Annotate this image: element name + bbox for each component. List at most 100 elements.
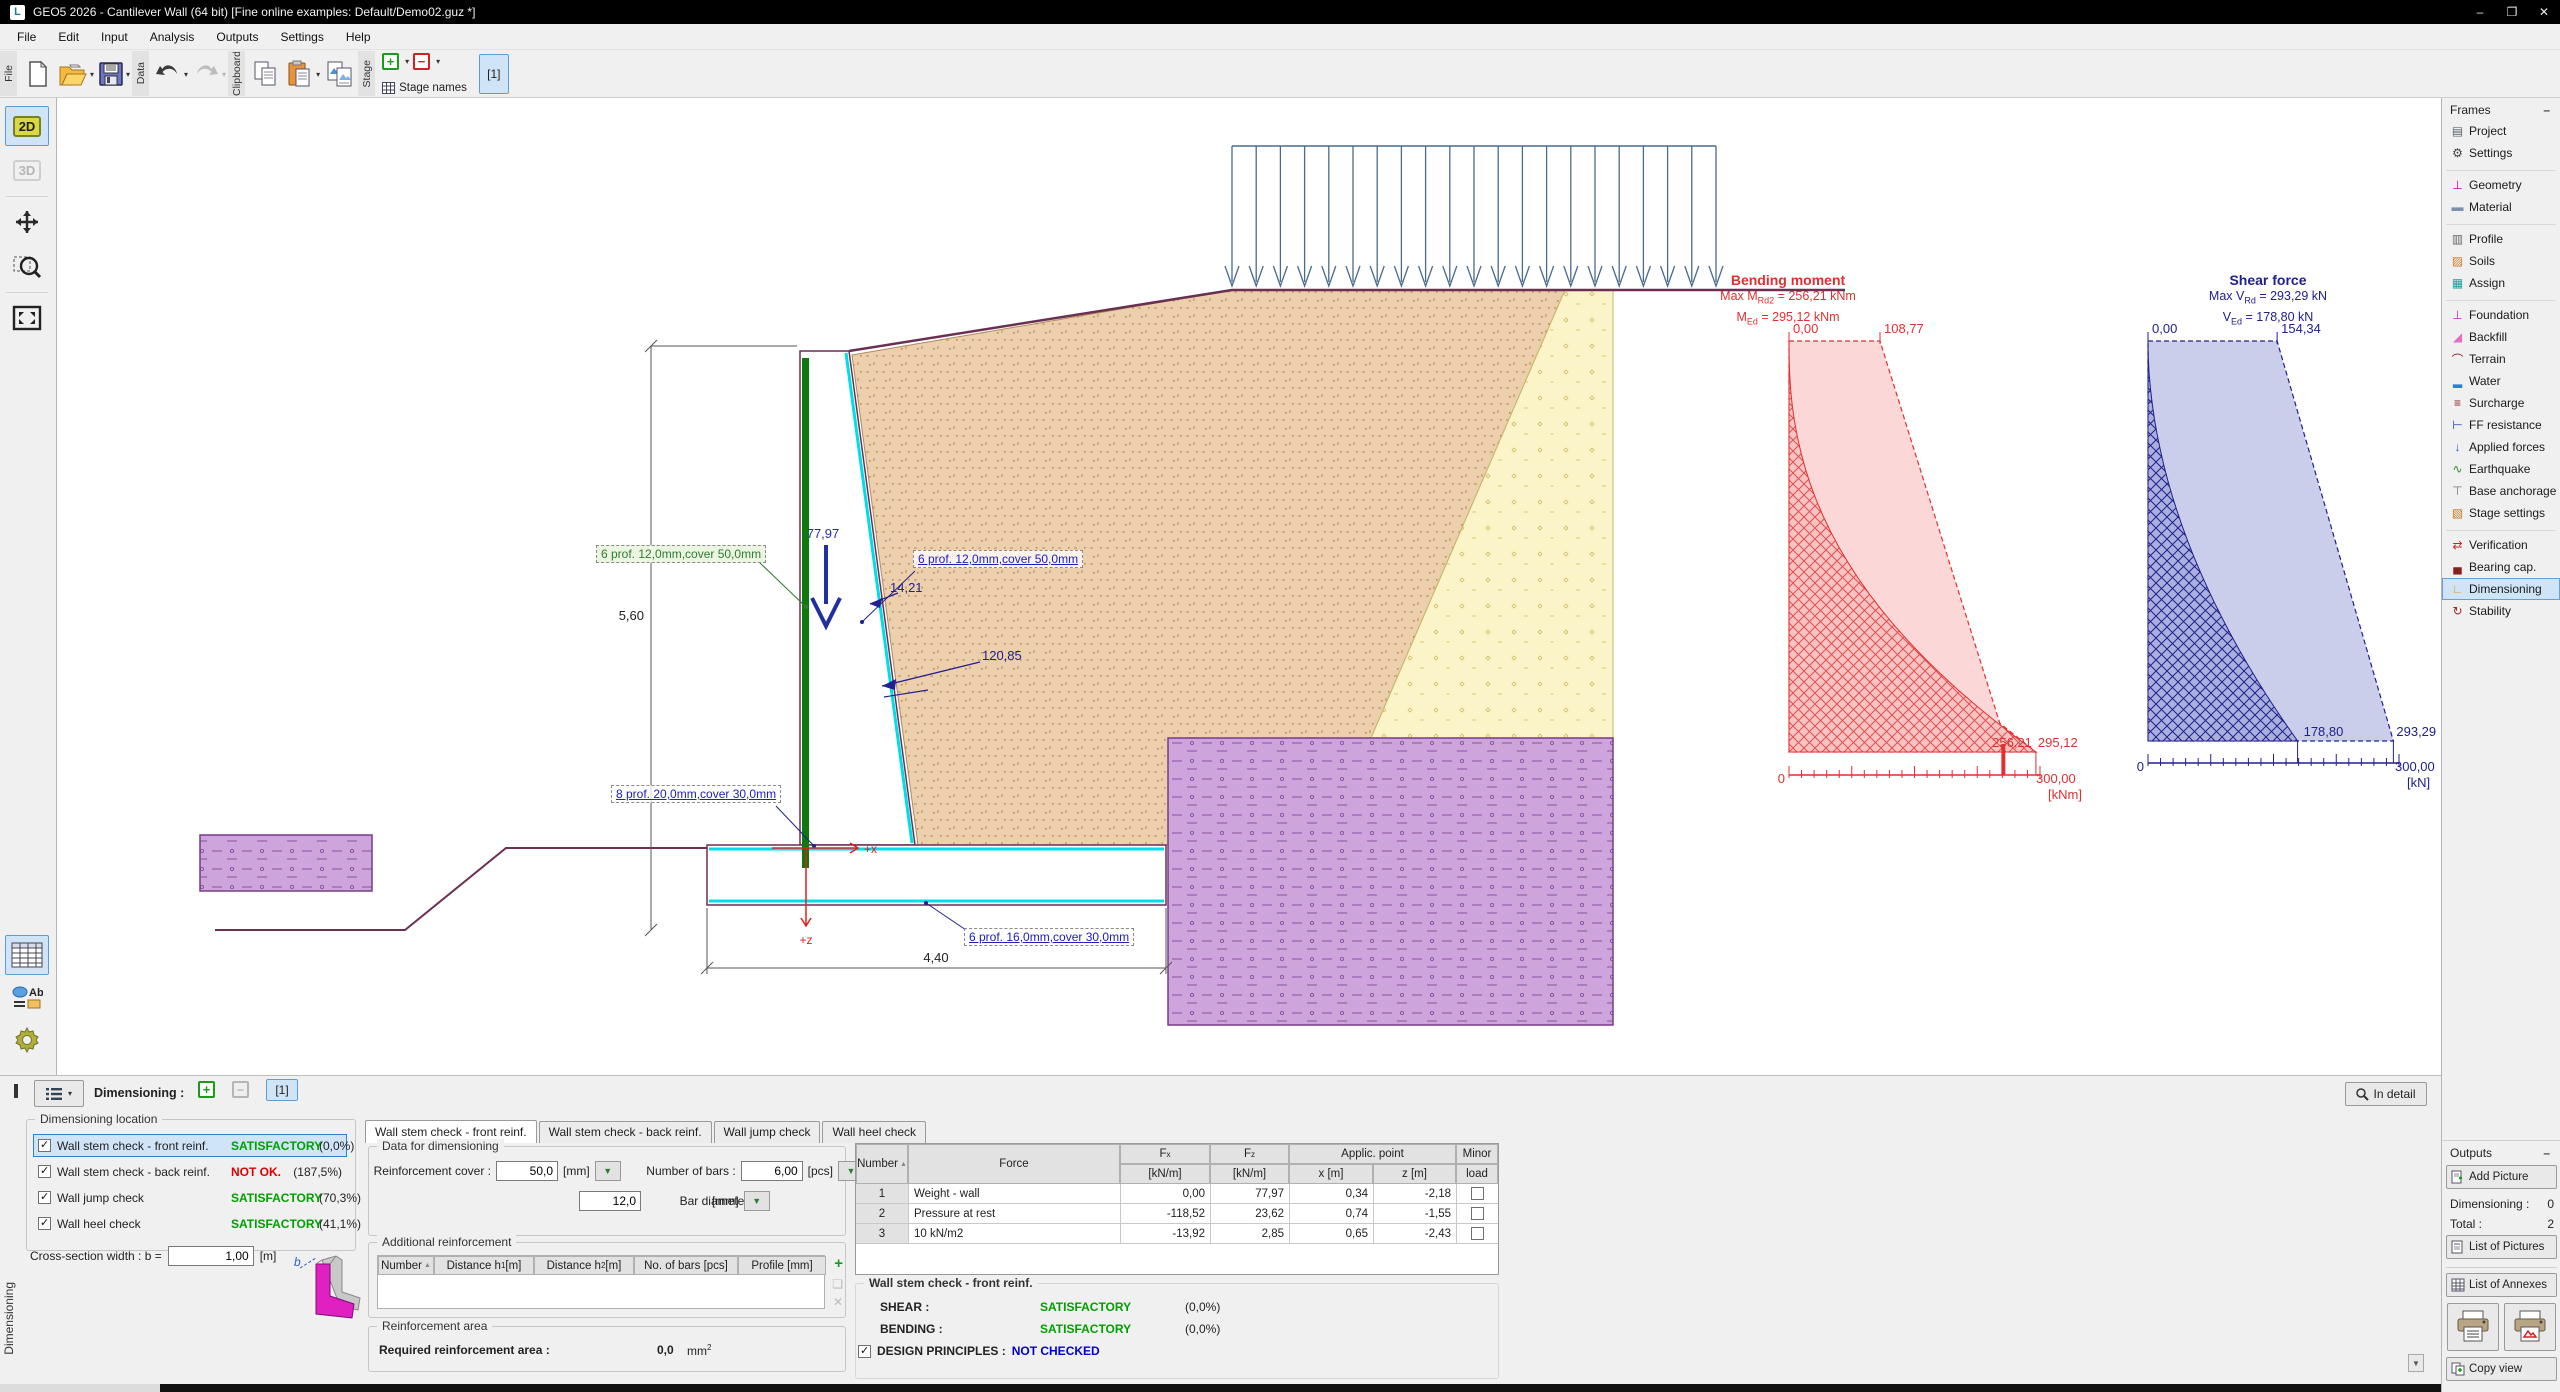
front-reinforcement-label[interactable]: 6 prof. 12,0mm,cover 50,0mm: [596, 545, 766, 563]
location-checkbox[interactable]: [38, 1191, 51, 1204]
save-dropdown-caret[interactable]: ▾: [126, 70, 130, 79]
location-row[interactable]: Wall stem check - back reinf. NOT OK. (1…: [33, 1160, 347, 1183]
frames-item[interactable]: ↻ Stability: [2442, 600, 2560, 622]
frames-item[interactable]: ▥ Profile: [2442, 228, 2560, 250]
cover-dropdown-button[interactable]: ▼: [595, 1161, 621, 1181]
zoom-select-button[interactable]: [5, 246, 49, 286]
frames-item[interactable]: ⊥ Geometry: [2442, 174, 2560, 196]
print-document-button[interactable]: [2447, 1303, 2499, 1351]
location-row[interactable]: Wall heel check SATISFACTORY (41,1%): [33, 1212, 347, 1235]
forces-col-number[interactable]: Number▲: [856, 1144, 908, 1184]
add-picture-button[interactable]: Add Picture: [2446, 1165, 2557, 1189]
maximize-button[interactable]: ❐: [2496, 0, 2528, 24]
remove-stage-button[interactable]: −: [413, 53, 430, 70]
check-tab[interactable]: Wall stem check - back reinf.: [539, 1121, 712, 1143]
check-tab[interactable]: Wall heel check: [822, 1121, 926, 1143]
print-picture-button[interactable]: [2504, 1303, 2556, 1351]
table-view-button[interactable]: [5, 935, 49, 975]
menu-item[interactable]: Analysis: [139, 26, 206, 48]
forces-col-fz[interactable]: Fz: [1210, 1144, 1289, 1164]
paste-dropdown-caret[interactable]: ▾: [316, 70, 320, 79]
undo-dropdown-caret[interactable]: ▾: [184, 70, 188, 79]
minor-load-checkbox[interactable]: [1471, 1187, 1484, 1200]
forces-col-fx[interactable]: Fx: [1120, 1144, 1210, 1164]
addl-col-h2[interactable]: Distance h2 [m]: [534, 1256, 634, 1275]
forces-col-z[interactable]: z [m]: [1373, 1164, 1456, 1184]
remove-stage-caret[interactable]: ▾: [436, 57, 440, 66]
cover-input[interactable]: [496, 1161, 558, 1181]
addl-col-number[interactable]: Number▲: [378, 1256, 434, 1275]
minor-load-checkbox[interactable]: [1471, 1207, 1484, 1220]
diameter-input[interactable]: [579, 1191, 641, 1211]
frames-item[interactable]: ⊥ Foundation: [2442, 304, 2560, 326]
frames-item[interactable]: ⇄ Verification: [2442, 534, 2560, 556]
frames-item[interactable]: ⚙ Settings: [2442, 142, 2560, 164]
stage-1-button[interactable]: [1]: [479, 54, 509, 94]
menu-item[interactable]: Outputs: [205, 26, 269, 48]
stage-indicator[interactable]: [1]: [266, 1079, 298, 1101]
addl-col-bars[interactable]: No. of bars [pcs]: [634, 1256, 738, 1275]
paste-button[interactable]: ▾: [285, 52, 321, 96]
close-button[interactable]: ✕: [2528, 0, 2560, 24]
copy-view-button[interactable]: Copy view: [2446, 1357, 2557, 1381]
location-checkbox[interactable]: [38, 1165, 51, 1178]
panel-splitter-handle[interactable]: [14, 1084, 18, 1098]
menu-item[interactable]: Input: [90, 26, 139, 48]
fit-to-window-button[interactable]: [5, 298, 49, 338]
frames-item[interactable]: ≡ Surcharge: [2442, 392, 2560, 414]
in-detail-button[interactable]: In detail: [2345, 1082, 2427, 1106]
forces-col-x[interactable]: x [m]: [1289, 1164, 1373, 1184]
forces-row[interactable]: 2 Pressure at rest -118,52 23,62 0,74 -1…: [856, 1204, 1498, 1224]
dimensioning-side-tab[interactable]: Dimensioning: [0, 1245, 18, 1391]
forces-row[interactable]: 3 10 kN/m2 -13,92 2,85 0,65 -2,43: [856, 1224, 1498, 1244]
view-3d-button[interactable]: 3D: [5, 150, 49, 190]
bars-input[interactable]: [741, 1161, 803, 1181]
save-button[interactable]: ▾: [97, 52, 131, 96]
diameter-dropdown-button[interactable]: ▼: [744, 1191, 770, 1211]
location-row[interactable]: Wall jump check SATISFACTORY (70,3%): [33, 1186, 347, 1209]
frames-item[interactable]: ▧ Stage settings: [2442, 502, 2560, 524]
forces-row[interactable]: 1 Weight - wall 0,00 77,97 0,34 -2,18: [856, 1184, 1498, 1204]
frames-item[interactable]: ∿ Earthquake: [2442, 458, 2560, 480]
addl-col-h1[interactable]: Distance h1 [m]: [434, 1256, 534, 1275]
outputs-minimize-button[interactable]: –: [2543, 1146, 2552, 1160]
menu-item[interactable]: Edit: [47, 26, 90, 48]
new-file-button[interactable]: [21, 52, 55, 96]
list-of-annexes-button[interactable]: List of Annexes: [2446, 1273, 2557, 1297]
scroll-down-button[interactable]: ▼: [2408, 1354, 2424, 1372]
back-reinforcement-label[interactable]: 6 prof. 12,0mm,cover 50,0mm: [913, 550, 1083, 568]
minimize-button[interactable]: –: [2464, 0, 2496, 24]
frames-item[interactable]: ∟ Dimensioning: [2442, 578, 2560, 600]
open-file-button[interactable]: ▾: [57, 52, 95, 96]
annotation-settings-button[interactable]: Ab: [5, 978, 49, 1018]
location-list-button[interactable]: ▾: [34, 1080, 84, 1107]
view-2d-button[interactable]: 2D: [5, 106, 49, 146]
redo-button[interactable]: ▾: [191, 52, 227, 96]
jump-reinforcement-label[interactable]: 8 prof. 20,0mm,cover 30,0mm: [611, 785, 781, 803]
forces-col-applic[interactable]: Applic. point: [1289, 1144, 1456, 1164]
frames-item[interactable]: ⌒ Terrain: [2442, 348, 2560, 370]
add-stage-caret[interactable]: ▾: [405, 57, 409, 66]
cross-section-input[interactable]: [168, 1246, 254, 1266]
menu-item[interactable]: File: [6, 26, 47, 48]
location-checkbox[interactable]: [38, 1217, 51, 1230]
add-row-button[interactable]: +: [834, 1255, 843, 1272]
heel-reinforcement-label[interactable]: 6 prof. 16,0mm,cover 30,0mm: [964, 928, 1134, 946]
frames-item[interactable]: ⊤ Base anchorage: [2442, 480, 2560, 502]
minor-load-checkbox[interactable]: [1471, 1227, 1484, 1240]
frames-item[interactable]: ▄ Bearing cap.: [2442, 556, 2560, 578]
stage-names-label[interactable]: Stage names: [399, 82, 467, 94]
drawing-settings-button[interactable]: [5, 1020, 49, 1060]
copy-button[interactable]: [249, 52, 283, 96]
frames-item[interactable]: ▨ Soils: [2442, 250, 2560, 272]
frames-item[interactable]: ◢ Backfill: [2442, 326, 2560, 348]
frames-item[interactable]: ▤ Project: [2442, 120, 2560, 142]
frames-item[interactable]: ⊢ FF resistance: [2442, 414, 2560, 436]
menu-item[interactable]: Settings: [269, 26, 334, 48]
frames-item[interactable]: ▬ Material: [2442, 196, 2560, 218]
menu-item[interactable]: Help: [335, 26, 382, 48]
location-row[interactable]: Wall stem check - front reinf. SATISFACT…: [33, 1134, 347, 1157]
add-location-button[interactable]: +: [198, 1081, 215, 1098]
frames-minimize-button[interactable]: –: [2543, 103, 2552, 117]
list-of-pictures-button[interactable]: List of Pictures: [2446, 1235, 2557, 1259]
